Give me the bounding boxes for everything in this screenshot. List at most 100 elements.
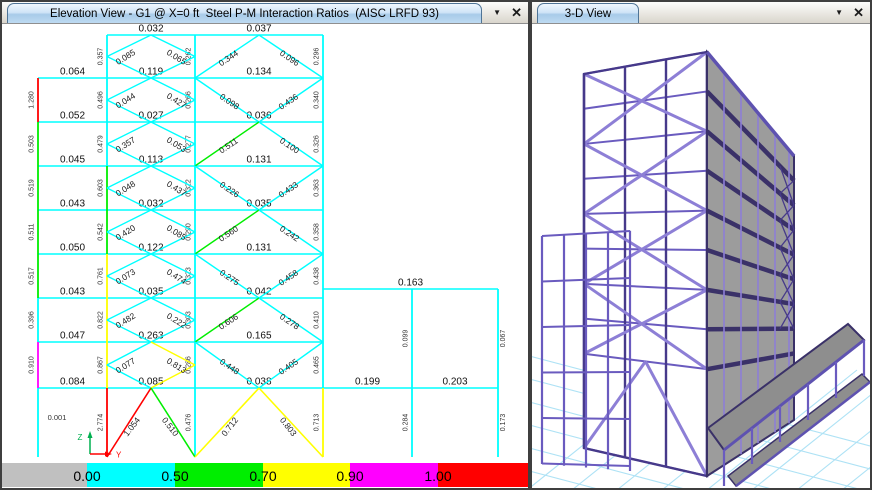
three-d-model	[532, 52, 870, 488]
three-d-window: 3-D View ▼ ✕	[530, 0, 872, 490]
brace-ratio-label: 0.458	[277, 267, 300, 287]
brace-ratio-label: 0.405	[277, 356, 300, 376]
column-ratio-label: 0.910	[29, 356, 36, 374]
brace-ratio-label: 0.510	[160, 415, 181, 438]
brace-ratio-label: 0.420	[114, 222, 138, 242]
column-ratio-label: 0.340	[314, 91, 321, 109]
beam-ratio-label: 0.052	[60, 111, 85, 122]
three-d-canvas[interactable]	[532, 24, 870, 488]
beam-ratio-label: 0.032	[138, 199, 163, 210]
brace-ratio-label: 0.606	[217, 311, 240, 331]
beam-ratio-label: 0.027	[138, 111, 163, 122]
window-menu-icon[interactable]: ▼	[835, 9, 843, 17]
legend-label: 0.50	[161, 468, 188, 484]
window-menu-icon[interactable]: ▼	[493, 9, 501, 17]
column-ratio-label: 0.396	[29, 311, 36, 329]
column-ratio-label: 0.001	[48, 413, 67, 422]
elevation-window: Elevation View - G1 @ X=0 ft Steel P-M I…	[0, 0, 530, 490]
beam-ratio-label: 0.199	[355, 377, 380, 388]
beam-ratio-label: 0.035	[138, 287, 163, 298]
beam-ratio-label: 0.122	[138, 243, 163, 254]
brace-ratio-label: 0.482	[114, 310, 138, 330]
tower-left-face	[584, 52, 707, 476]
window-controls: ▼ ✕	[835, 2, 864, 23]
beam-ratio-label: 0.045	[60, 155, 85, 166]
column-ratio-label: 0.603	[98, 179, 105, 197]
three-d-view-title: 3-D View	[565, 8, 611, 20]
column-ratio-label: 0.357	[98, 48, 105, 66]
elevation-view-title: Elevation View - G1 @ X=0 ft Steel P-M I…	[50, 8, 439, 20]
column-ratio-label: 0.496	[98, 91, 105, 109]
brace-ratio-label: 0.048	[114, 178, 138, 198]
floor-slab-3d[interactable]	[707, 329, 794, 330]
brace-ratio-label: 0.712	[219, 415, 240, 438]
beam-ratio-label: 0.134	[246, 67, 271, 78]
elevation-canvas[interactable]: 0.0320.0370.0640.1190.1340.0520.0270.036…	[2, 24, 528, 488]
column-ratio-label: 0.099	[403, 330, 410, 348]
brace-ratio-label: 0.077	[114, 355, 138, 375]
brace-ratio-label: 0.100	[278, 135, 301, 155]
beam-ratio-label: 0.165	[246, 331, 271, 342]
column-ratio-label: 0.326	[314, 135, 321, 153]
column-ratio-label: 0.517	[29, 267, 36, 285]
close-icon[interactable]: ✕	[853, 6, 864, 19]
brace-ratio-label: 0.511	[217, 135, 240, 155]
brace-ratio-label: 0.073	[114, 266, 138, 286]
window-controls: ▼ ✕	[493, 2, 522, 23]
brace-ratio-label: 0.096	[278, 48, 301, 68]
beam-ratio-label: 0.263	[138, 331, 163, 342]
legend-label: 0.70	[249, 468, 276, 484]
beam-ratio-label: 0.163	[398, 278, 423, 289]
podium-beam-3d[interactable]	[542, 464, 630, 467]
podium-beam-3d[interactable]	[542, 372, 630, 373]
close-icon[interactable]: ✕	[511, 6, 522, 19]
column-ratio-label: 0.173	[500, 414, 507, 432]
podium-beam-3d[interactable]	[542, 418, 630, 419]
column-ratio-label: 0.284	[403, 414, 410, 432]
column-ratio-label: 0.511	[29, 223, 36, 240]
column-ratio-label: 0.067	[500, 330, 507, 348]
brace-ratio-label: 0.433	[277, 179, 300, 199]
column-ratio-label: 0.867	[98, 356, 105, 374]
brace-ratio-label: 0.085	[114, 47, 138, 67]
legend-label: 0.00	[73, 468, 100, 484]
brace-ratio-label: 0.226	[218, 179, 241, 199]
column-ratio-label: 0.465	[314, 356, 321, 374]
ratio-color-legend: 0.000.500.700.901.00	[2, 463, 528, 487]
elevation-titlebar: Elevation View - G1 @ X=0 ft Steel P-M I…	[2, 2, 528, 24]
elevation-view-tab[interactable]: Elevation View - G1 @ X=0 ft Steel P-M I…	[7, 3, 482, 23]
column-ratio-label: 0.822	[98, 311, 105, 329]
column-ratio-label: 0.296	[314, 48, 321, 66]
column-ratio-label: 0.358	[314, 223, 321, 241]
brace-ratio-label: 0.278	[278, 311, 301, 331]
brace-ratio-label: 0.242	[278, 223, 301, 243]
brace-ratio-label: 0.275	[218, 267, 241, 287]
beam-ratio-label: 0.131	[246, 243, 271, 254]
brace-ratio-label: 0.098	[218, 91, 241, 111]
beam-ratio-label: 0.047	[60, 331, 85, 342]
z-axis-label: Z	[78, 433, 83, 442]
elevation-frame: 0.0320.0370.0640.1190.1340.0520.0270.036…	[29, 24, 508, 457]
beam-ratio-label: 0.119	[139, 67, 164, 78]
beam-ratio-label: 0.064	[60, 67, 85, 78]
beam-ratio-label: 0.050	[60, 243, 85, 254]
beam-ratio-label: 0.043	[60, 199, 85, 210]
beam-ratio-label: 0.084	[60, 377, 85, 388]
y-axis-label: Y	[116, 451, 122, 460]
column-ratio-label: 0.503	[29, 135, 36, 153]
beam-ratio-label: 0.043	[60, 287, 85, 298]
column-ratio-label: 0.542	[98, 223, 105, 241]
beam-ratio-label: 0.037	[246, 24, 271, 35]
column-ratio-label: 0.410	[314, 311, 321, 329]
column-ratio-label: 0.479	[98, 135, 105, 153]
brace-ratio-label: 0.560	[217, 223, 240, 243]
three-d-view-tab[interactable]: 3-D View	[537, 3, 639, 23]
column-ratio-label: 0.363	[314, 179, 321, 197]
column-ratio-label: 0.438	[314, 267, 321, 285]
three-d-titlebar: 3-D View ▼ ✕	[532, 2, 870, 24]
beam-ratio-label: 0.131	[246, 155, 271, 166]
column-ratio-label: 2.774	[98, 414, 105, 432]
beam-ratio-label: 0.085	[138, 377, 163, 388]
column-ratio-label: 1.280	[29, 91, 36, 109]
z-axis-arrow-icon	[88, 431, 93, 438]
